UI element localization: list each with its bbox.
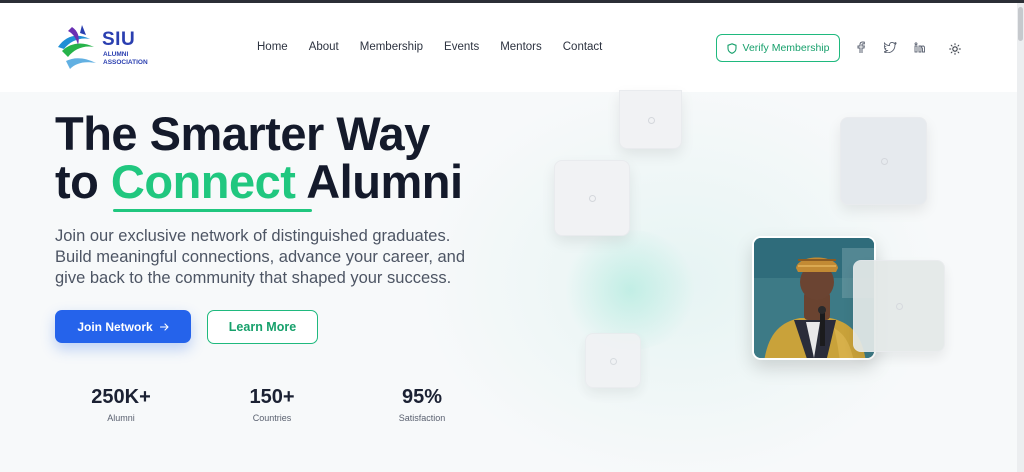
join-network-button[interactable]: Join Network	[55, 310, 191, 343]
floating-card	[853, 260, 945, 352]
verify-membership-button[interactable]: Verify Membership	[716, 34, 840, 62]
stat-value: 150+	[249, 386, 295, 408]
hero-title-prefix: to	[55, 155, 111, 208]
stat-label: Alumni	[107, 413, 135, 423]
site-header: SIU ALUMNI ASSOCIATION Home About Member…	[0, 3, 1017, 92]
nav-home[interactable]: Home	[257, 41, 288, 53]
accent-underline	[113, 209, 312, 212]
hero-title-line2: to Connect Alumni	[55, 154, 463, 209]
hero-title-line1: The Smarter Way	[55, 107, 430, 160]
hero-title-accent: Connect	[110, 155, 296, 208]
nav-mentors[interactable]: Mentors	[500, 41, 542, 53]
main-nav: Home About Membership Events Mentors Con…	[257, 41, 623, 53]
floating-card	[554, 160, 630, 236]
learn-more-label: Learn More	[228, 320, 297, 334]
card-dot-icon	[589, 195, 596, 202]
join-network-label: Join Network	[77, 319, 153, 334]
logo-bird-icon	[58, 25, 96, 69]
theme-toggle-icon[interactable]	[949, 43, 961, 55]
learn-more-button[interactable]: Learn More	[207, 310, 318, 344]
logo-brand: SIU	[102, 29, 136, 50]
floating-card	[840, 117, 927, 205]
stat-value: 250K+	[91, 386, 151, 408]
verify-membership-label: Verify Membership	[742, 42, 830, 54]
hero-title-suffix: Alumni	[295, 155, 463, 208]
stat-value: 95%	[401, 386, 443, 408]
nav-about[interactable]: About	[309, 41, 339, 53]
hero-glow	[560, 230, 700, 350]
facebook-icon[interactable]	[856, 41, 866, 53]
twitter-icon[interactable]	[884, 42, 897, 53]
floating-card	[585, 333, 641, 388]
floating-card	[619, 90, 682, 149]
site-logo[interactable]: SIU ALUMNI ASSOCIATION	[56, 23, 156, 75]
logo-subtitle: ALUMNI ASSOCIATION	[103, 51, 148, 67]
arrow-right-icon	[159, 322, 169, 331]
card-dot-icon	[647, 116, 655, 124]
stat-satisfaction: 95% Satisfaction	[362, 386, 482, 423]
nav-contact[interactable]: Contact	[563, 41, 603, 53]
page-scrollbar[interactable]	[1017, 3, 1024, 472]
nav-events[interactable]: Events	[444, 41, 479, 53]
hero-description: Join our exclusive network of distinguis…	[55, 227, 466, 287]
logo-sub-line2: ASSOCIATION	[103, 59, 148, 66]
stat-label: Countries	[252, 413, 292, 423]
card-dot-icon	[896, 303, 903, 310]
card-dot-icon	[880, 158, 888, 165]
stat-countries: 150+ Countries	[212, 386, 332, 423]
nav-membership[interactable]: Membership	[360, 41, 423, 53]
stat-alumni: 250K+ Alumni	[61, 386, 181, 423]
linkedin-icon[interactable]	[914, 42, 925, 53]
scrollbar-thumb[interactable]	[1018, 7, 1023, 41]
shield-icon	[726, 42, 737, 54]
stat-label: Satisfaction	[398, 413, 446, 423]
logo-sub-line1: ALUMNI	[103, 51, 129, 58]
card-dot-icon	[610, 357, 617, 365]
